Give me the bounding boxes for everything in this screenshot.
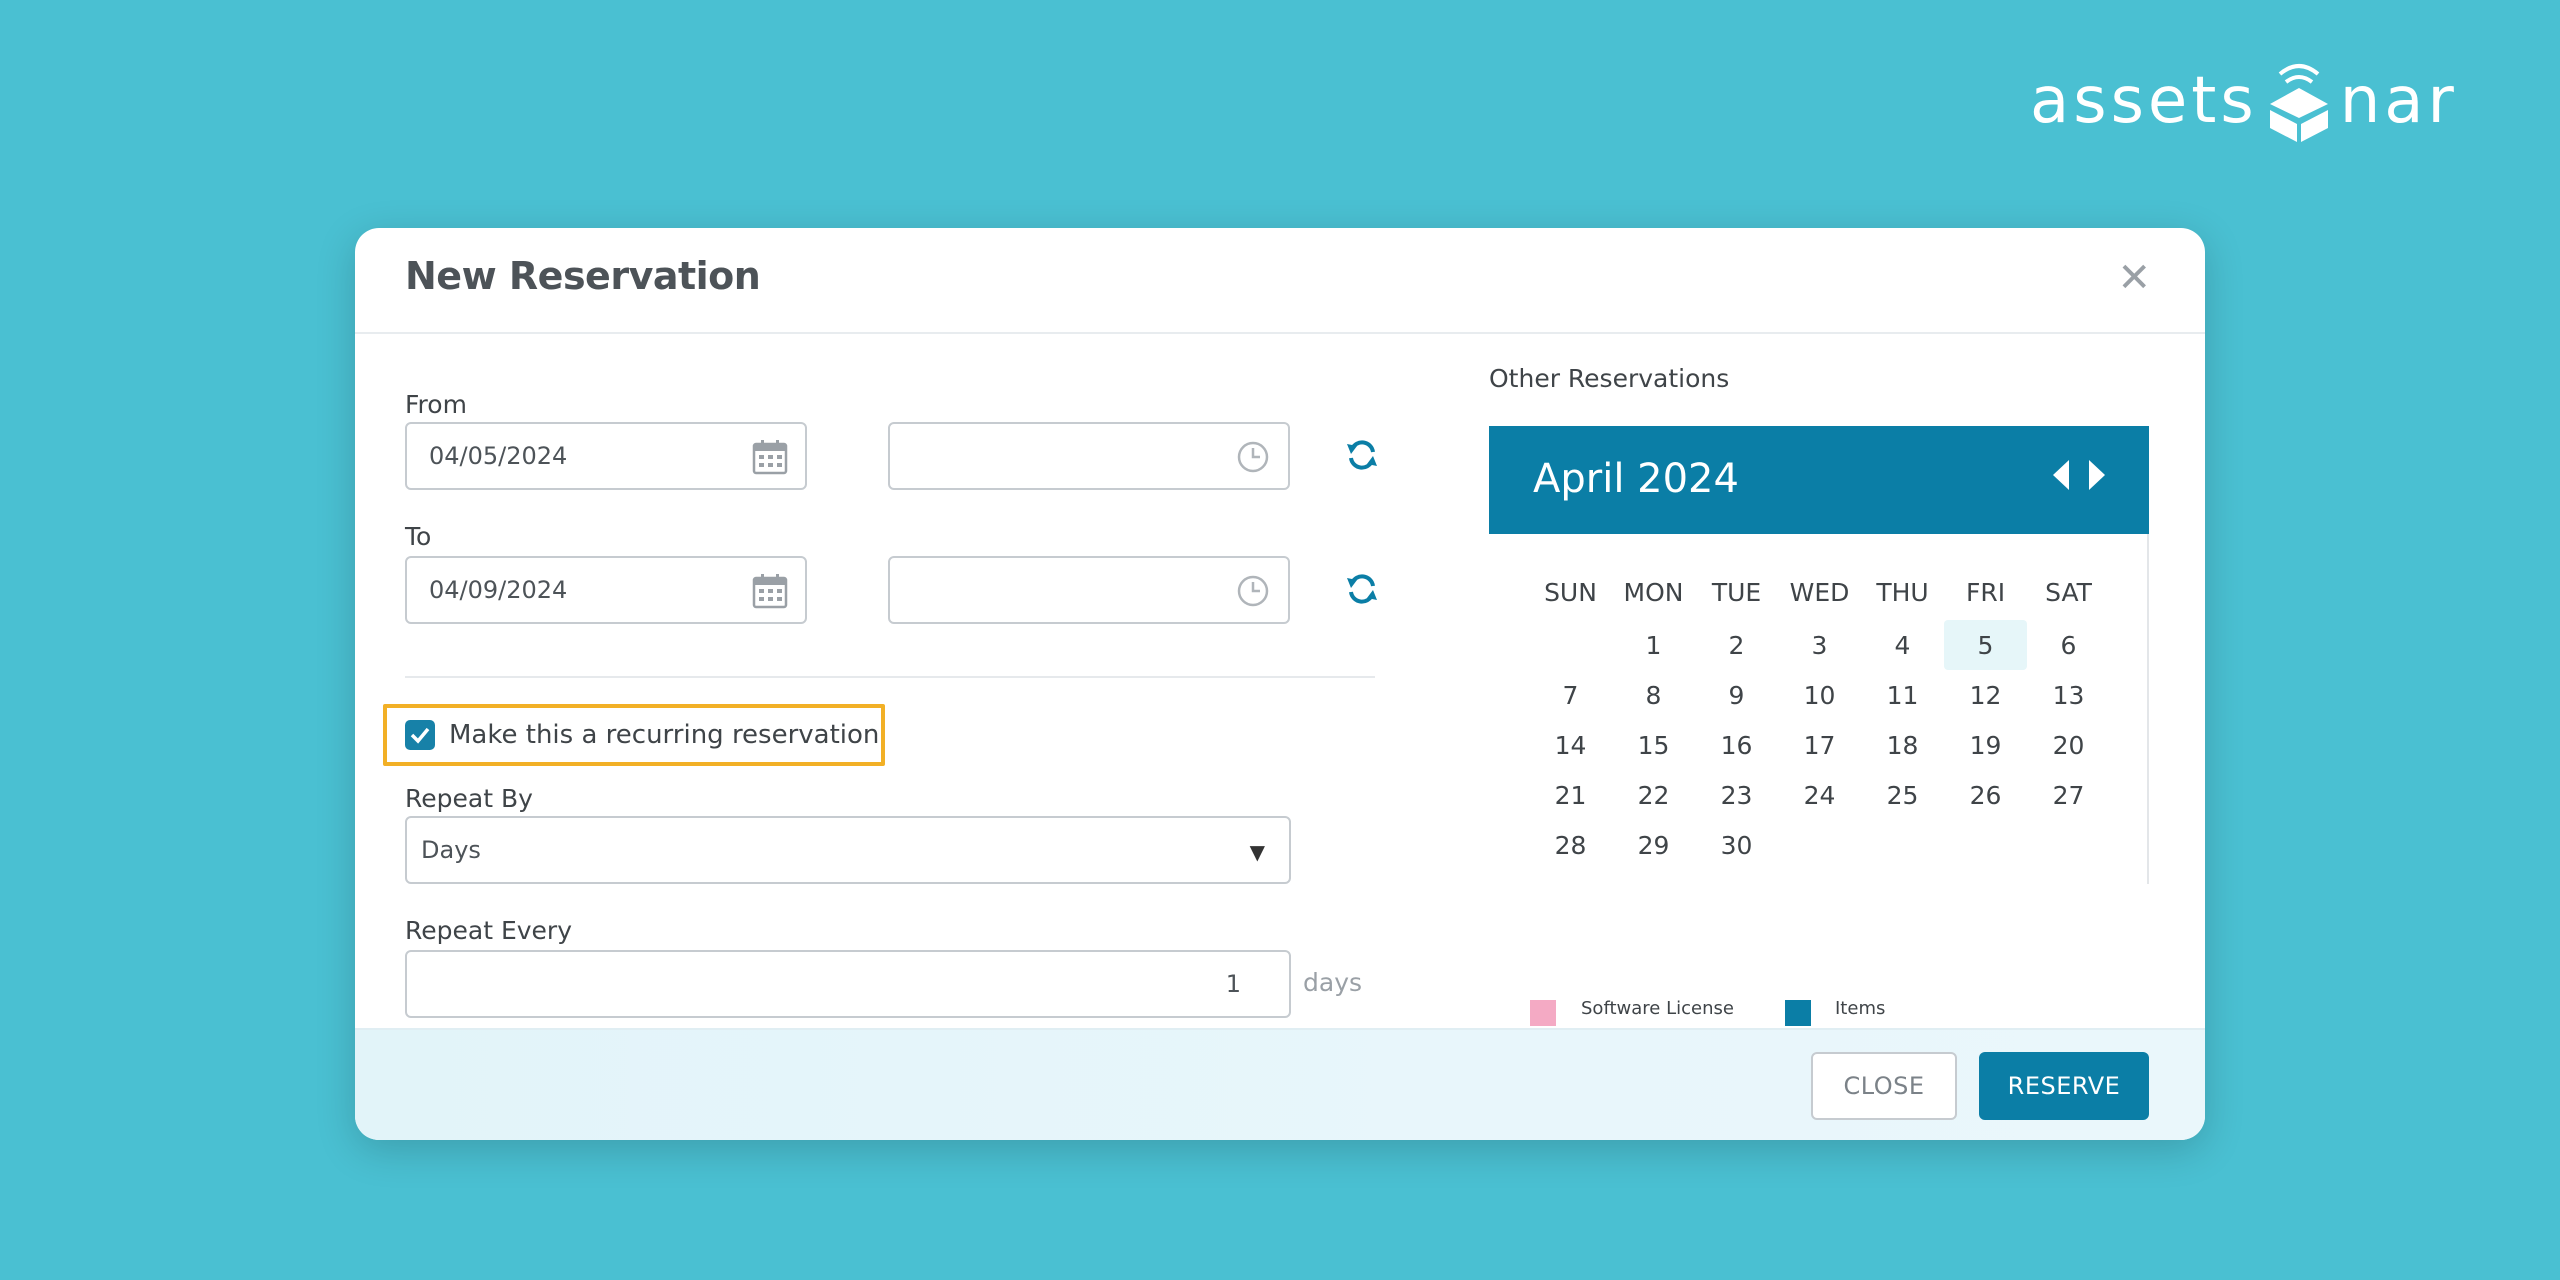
from-label: From	[405, 390, 467, 419]
calendar-day[interactable]: 2	[1695, 620, 1778, 670]
items-swatch	[1785, 1000, 1811, 1026]
logo-text-left: assets	[2030, 64, 2258, 138]
weekday-header: TUE	[1711, 577, 1762, 607]
weekday-header: WED	[1789, 577, 1850, 607]
dialog-header: New Reservation ✕	[355, 228, 2205, 334]
calendar-day[interactable]: 5	[1944, 620, 2027, 670]
form-divider	[405, 676, 1375, 678]
next-month-icon[interactable]	[2085, 458, 2109, 492]
calendar-day[interactable]: 6	[2027, 620, 2110, 670]
calendar-grid: SUN MON TUE WED THU FRI SAT 1 2 3 4 5 6 7 8 9 10 11 12 13 14…	[1529, 564, 2110, 870]
calendar-day[interactable]: 23	[1695, 770, 1778, 820]
items-label: Items	[1835, 998, 1886, 1019]
calendar-day[interactable]: 12	[1944, 670, 2027, 720]
calendar-day[interactable]: 14	[1529, 720, 1612, 770]
calendar-icon[interactable]	[751, 438, 789, 476]
recurring-checkbox[interactable]	[405, 720, 435, 750]
calendar-day[interactable]: 3	[1778, 620, 1861, 670]
calendar-day[interactable]: 30	[1695, 820, 1778, 870]
calendar-day[interactable]: 13	[2027, 670, 2110, 720]
dialog-footer: CLOSE RESERVE	[355, 1028, 2205, 1140]
calendar-day[interactable]: 27	[2027, 770, 2110, 820]
caret-down-icon: ▼	[1249, 840, 1265, 864]
calendar-day[interactable]: 10	[1778, 670, 1861, 720]
prev-month-icon[interactable]	[2049, 458, 2073, 492]
logo-text-right: nar	[2339, 64, 2458, 138]
calendar-day[interactable]: 8	[1612, 670, 1695, 720]
repeat-every-label: Repeat Every	[405, 916, 572, 945]
calendar-day[interactable]: 4	[1861, 620, 1944, 670]
repeat-by-select[interactable]: Days ▼	[405, 816, 1291, 884]
calendar-day[interactable]: 19	[1944, 720, 2027, 770]
to-date-input[interactable]: 04/09/2024	[405, 556, 807, 624]
calendar-day[interactable]: 7	[1529, 670, 1612, 720]
to-time-input[interactable]	[888, 556, 1290, 624]
calendar-day[interactable]: 20	[2027, 720, 2110, 770]
from-time-input[interactable]	[888, 422, 1290, 490]
new-reservation-dialog: New Reservation ✕ From 04/05/2024 To 04/…	[355, 228, 2205, 1140]
repeat-by-label: Repeat By	[405, 784, 533, 813]
repeat-by-value: Days	[421, 836, 481, 864]
calendar-day[interactable]: 26	[1944, 770, 2027, 820]
weekday-header: MON	[1623, 577, 1684, 607]
logo-mark-icon	[2269, 64, 2328, 142]
calendar-day[interactable]: 24	[1778, 770, 1861, 820]
calendar-day[interactable]: 1	[1612, 620, 1695, 670]
checkmark-icon	[410, 727, 430, 744]
calendar-header: April 2024	[1489, 426, 2149, 534]
assetsonar-logo: assets nar	[2030, 56, 2458, 146]
clock-icon[interactable]	[1234, 572, 1272, 610]
weekday-header: SUN	[1544, 577, 1597, 607]
calendar-month-label: April 2024	[1533, 456, 1739, 502]
calendar-day[interactable]: 21	[1529, 770, 1612, 820]
calendar-day[interactable]: 22	[1612, 770, 1695, 820]
software-license-label: Software License	[1581, 998, 1734, 1019]
calendar-day[interactable]: 9	[1695, 670, 1778, 720]
calendar-empty-cell	[1529, 620, 1612, 670]
calendar-day[interactable]: 28	[1529, 820, 1612, 870]
clock-icon[interactable]	[1234, 438, 1272, 476]
dialog-title: New Reservation	[405, 254, 761, 298]
weekday-header: FRI	[1965, 577, 2006, 607]
weekday-header: THU	[1876, 577, 1929, 607]
calendar-body: SUN MON TUE WED THU FRI SAT 1 2 3 4 5 6 7 8 9 10 11 12 13 14…	[1489, 534, 2149, 884]
reserve-button[interactable]: RESERVE	[1979, 1052, 2149, 1120]
calendar-day[interactable]: 11	[1861, 670, 1944, 720]
to-date-value: 04/09/2024	[429, 576, 568, 604]
calendar-day[interactable]: 29	[1612, 820, 1695, 870]
refresh-to-icon[interactable]	[1345, 572, 1379, 606]
refresh-from-icon[interactable]	[1345, 438, 1379, 472]
calendar-day[interactable]: 17	[1778, 720, 1861, 770]
close-button[interactable]: CLOSE	[1811, 1052, 1957, 1120]
software-license-swatch	[1530, 1000, 1556, 1026]
other-reservations-title: Other Reservations	[1489, 364, 1730, 393]
repeat-every-value: 1	[1225, 970, 1241, 998]
calendar-day[interactable]: 18	[1861, 720, 1944, 770]
repeat-every-input[interactable]: 1	[405, 950, 1291, 1018]
calendar-day[interactable]: 25	[1861, 770, 1944, 820]
calendar-day[interactable]: 15	[1612, 720, 1695, 770]
from-date-value: 04/05/2024	[429, 442, 568, 470]
to-label: To	[405, 522, 432, 551]
weekday-header: SAT	[2045, 577, 2092, 607]
calendar-day[interactable]: 16	[1695, 720, 1778, 770]
close-icon[interactable]: ✕	[2117, 258, 2151, 298]
calendar-icon[interactable]	[751, 572, 789, 610]
from-date-input[interactable]: 04/05/2024	[405, 422, 807, 490]
repeat-every-unit: days	[1303, 968, 1363, 997]
recurring-label[interactable]: Make this a recurring reservation	[449, 720, 879, 750]
